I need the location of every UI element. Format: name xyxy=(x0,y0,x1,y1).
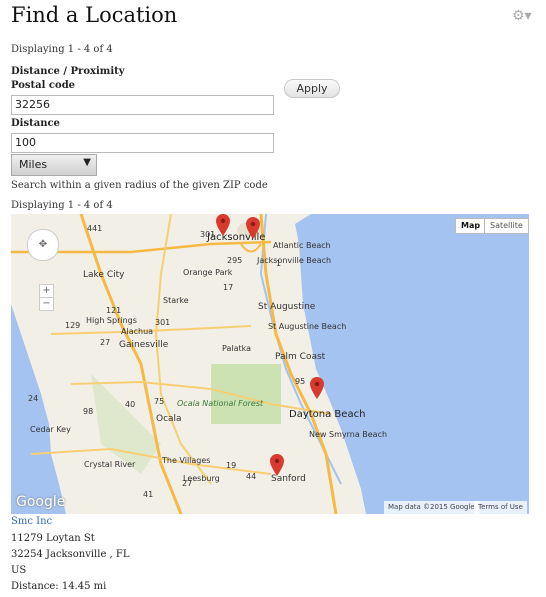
distance-unit-select[interactable]: Miles ▼ xyxy=(11,154,97,176)
map-label-gainesville: Gainesville xyxy=(119,340,169,350)
map-label-new-smyrna-beach: New Smyrna Beach xyxy=(309,430,388,439)
terms-of-use-link[interactable]: Terms of Use xyxy=(474,501,527,514)
map-label-lake-city: Lake City xyxy=(83,270,125,280)
map-label-route-95: 95 xyxy=(295,377,306,386)
zoom-out-button[interactable]: − xyxy=(39,297,54,311)
map-label-atlantic-beach: Atlantic Beach xyxy=(273,241,331,250)
search-help-text: Search within a given radius of the give… xyxy=(11,180,268,191)
map-label-route-301-north: 301 xyxy=(200,230,216,239)
map-label-route-27: 27 xyxy=(100,338,111,347)
map-label-route-129: 129 xyxy=(65,321,81,330)
page-title: Find a Location xyxy=(11,3,178,27)
google-logo: Google xyxy=(16,494,66,510)
result-city-line: 32254 Jacksonville , FL xyxy=(11,549,130,560)
map-marker-icon[interactable] xyxy=(246,217,260,239)
distance-label: Distance xyxy=(11,118,60,129)
zoom-in-button[interactable]: + xyxy=(39,284,54,298)
map-attribution: Map data ©2015 Google xyxy=(384,501,479,514)
map-type-map-button[interactable]: Map xyxy=(455,218,487,234)
map-label-route-121: 121 xyxy=(106,306,122,315)
map-label-cedar-key: Cedar Key xyxy=(30,425,71,434)
map-type-satellite-button[interactable]: Satellite xyxy=(484,218,529,234)
map-label-route-17: 17 xyxy=(223,283,234,292)
result-distance: Distance: 14.45 mi xyxy=(11,581,107,592)
map-marker-icon[interactable] xyxy=(216,214,230,236)
apply-button[interactable]: Apply xyxy=(284,79,340,98)
map-label-jacksonville-beach: Jacksonville Beach xyxy=(257,256,332,265)
dropdown-arrow-icon: ▼ xyxy=(83,157,91,168)
map-label-palm-coast: Palm Coast xyxy=(275,352,326,362)
gear-icon[interactable]: ⚙▾ xyxy=(512,8,532,24)
map-label-ocala: Ocala xyxy=(156,414,182,424)
postal-code-label: Postal code xyxy=(11,80,76,91)
map-label-route-75: 75 xyxy=(154,397,165,406)
results-count-bottom: Displaying 1 - 4 of 4 xyxy=(11,200,113,211)
map-label-route-1: 1 xyxy=(276,259,282,268)
map-label-route-40: 40 xyxy=(125,400,136,409)
map-label-orange-park: Orange Park xyxy=(183,268,233,277)
postal-code-input[interactable]: 32256 xyxy=(11,95,274,115)
map-label-route-27-south: 27 xyxy=(182,479,193,488)
distance-input[interactable]: 100 xyxy=(11,133,274,153)
result-country: US xyxy=(11,565,27,576)
distance-unit-value: Miles xyxy=(19,158,48,171)
result-street: 11279 Loytan St xyxy=(11,533,95,544)
proximity-section-label: Distance / Proximity xyxy=(11,66,125,77)
map-label-route-19: 19 xyxy=(226,461,237,470)
map-marker-icon[interactable] xyxy=(310,377,324,399)
map-marker-icon[interactable] xyxy=(270,454,284,476)
map-label-daytona-beach: Daytona Beach xyxy=(289,409,366,420)
map-label-palatka: Palatka xyxy=(222,344,252,353)
map-label-the-villages: The Villages xyxy=(162,456,211,465)
results-count-top: Displaying 1 - 4 of 4 xyxy=(11,44,113,55)
map[interactable]: Map Satellite ✥ + − Jacksonville Atlanti… xyxy=(11,214,529,514)
map-label-route-441: 441 xyxy=(87,224,103,233)
map-label-route-98: 98 xyxy=(83,407,94,416)
map-label-alachua: Alachua xyxy=(121,327,154,336)
map-label-route-41: 41 xyxy=(143,490,154,499)
map-label-st-augustine-beach: St Augustine Beach xyxy=(268,322,347,331)
map-label-route-44: 44 xyxy=(246,472,257,481)
map-label-route-295: 295 xyxy=(227,256,243,265)
map-label-route-24: 24 xyxy=(28,394,39,403)
result-name-link[interactable]: Smc Inc xyxy=(11,516,52,527)
map-label-route-301: 301 xyxy=(155,318,171,327)
pan-control[interactable]: ✥ xyxy=(27,229,59,261)
map-label-st-augustine: St Augustine xyxy=(258,302,316,312)
map-label-starke: Starke xyxy=(163,296,189,305)
map-label-ocala-national-forest: Ocala National Forest xyxy=(177,399,264,408)
map-label-high-springs: High Springs xyxy=(86,316,137,325)
map-label-crystal-river: Crystal River xyxy=(84,460,136,469)
